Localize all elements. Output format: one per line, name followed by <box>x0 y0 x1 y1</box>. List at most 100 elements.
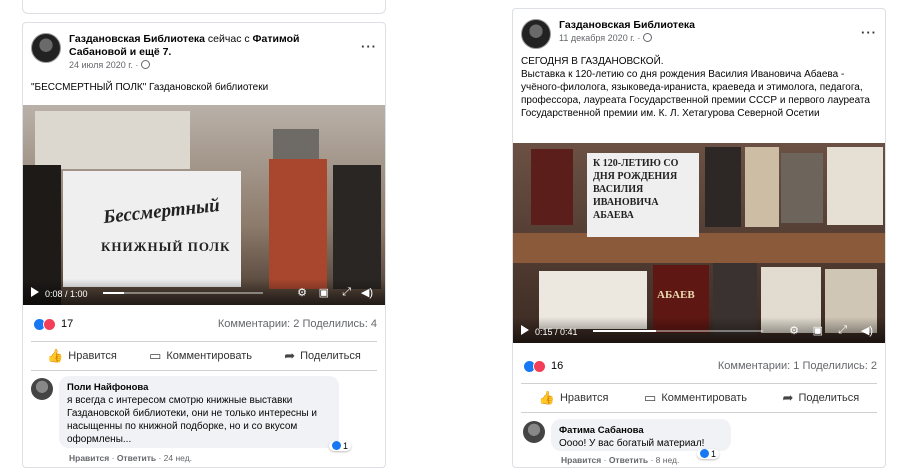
comment-meta: Нравится · Ответить · 8 нед. <box>561 455 680 465</box>
play-icon[interactable] <box>521 325 529 335</box>
share-button[interactable]: ➦ Поделиться <box>284 348 361 364</box>
post-date[interactable]: 11 декабря 2020 г. · <box>559 33 653 43</box>
commenter-avatar[interactable] <box>523 421 545 443</box>
comment-button[interactable]: ▭ Комментировать <box>644 390 747 406</box>
commenter-avatar[interactable] <box>31 378 53 400</box>
comment-age[interactable]: 24 нед. <box>164 453 192 463</box>
divider <box>521 412 877 413</box>
post-text: "БЕССМЕРТНЫЙ ПОЛК" Газдановской библиоте… <box>31 82 269 93</box>
page-avatar[interactable] <box>31 33 61 63</box>
comment-like-count: 1 <box>343 441 349 451</box>
like-button[interactable]: 👍 Нравится <box>539 390 609 406</box>
video-banner: Бессмертный КНИЖНЫЙ ПОЛК <box>63 171 241 287</box>
comment-reaction-badge[interactable]: 1 <box>329 441 352 451</box>
like-label: Нравится <box>68 350 117 362</box>
comment-label: Комментировать <box>661 392 747 404</box>
post-abaev-exhibition: Газдановская Библиотека 11 декабря 2020 … <box>512 8 886 468</box>
comment-text: я всегда с интересом смотрю книжные выст… <box>67 395 317 445</box>
like-label: Нравится <box>559 392 609 404</box>
page-name-link[interactable]: Газдановская Библиотека <box>559 19 695 31</box>
comment-like-count: 1 <box>711 449 717 459</box>
comment-button[interactable]: ▭ Комментировать <box>149 348 252 364</box>
share-icon: ➦ <box>782 390 794 405</box>
video-progress-track[interactable] <box>103 292 263 294</box>
comment-like-link[interactable]: Нравится <box>561 455 601 465</box>
reaction-count[interactable]: 16 <box>551 360 563 372</box>
more-options-icon[interactable]: ··· <box>861 25 877 40</box>
tagged-others-link[interactable]: и ещё 7. <box>127 46 172 58</box>
miniplayer-icon[interactable]: ▣ <box>319 286 329 299</box>
love-reaction-icon[interactable] <box>43 318 56 331</box>
globe-icon <box>643 33 653 42</box>
love-reaction-icon[interactable] <box>533 360 546 373</box>
shelf <box>513 233 885 263</box>
page-name-link[interactable]: Газдановская Библиотека <box>69 33 205 45</box>
post-date-text: 24 июля 2020 г. · <box>69 60 139 70</box>
post-header-text: Газдановская Библиотека сейчас с Фатимой… <box>69 33 351 59</box>
play-icon[interactable] <box>31 287 39 297</box>
settings-icon[interactable]: ⚙ <box>789 324 799 337</box>
divider <box>31 341 377 342</box>
post-actions: 👍 Нравится ▭ Комментировать ➦ Поделиться <box>521 386 877 410</box>
post-text: СЕГОДНЯ В ГАЗДАНОВСКОЙ. Выставка к 120-л… <box>521 55 877 120</box>
comment-icon: ▭ <box>149 348 162 363</box>
comment-bubble: Поли Найфонова я всегда с интересом смот… <box>59 376 339 448</box>
book-red-top <box>531 149 573 225</box>
post-stats: 16 Комментарии: 1 Поделились: 2 <box>523 359 877 375</box>
screenshot-stage: Газдановская Библиотека сейчас с Фатимой… <box>0 0 900 469</box>
banner-script-title: Бессмертный <box>102 194 221 229</box>
divider <box>31 370 377 371</box>
reaction-count[interactable]: 17 <box>61 318 73 330</box>
book-abaev-title: АБАЕВ <box>657 289 695 301</box>
comments-shares-count[interactable]: Комментарии: 2 Поделились: 4 <box>218 318 377 330</box>
comment-reply-link[interactable]: Ответить <box>609 455 648 465</box>
comment-icon: ▭ <box>644 390 657 405</box>
page-avatar[interactable] <box>521 19 551 49</box>
globe-icon <box>141 60 151 69</box>
fullscreen-icon[interactable]: ⤢ <box>838 324 847 337</box>
header-with-text: сейчас с <box>205 33 253 45</box>
miniplayer-icon[interactable]: ▣ <box>813 324 823 337</box>
comment-author[interactable]: Фатима Сабанова <box>559 424 723 437</box>
portrait-book <box>781 153 823 223</box>
post-date-text: 11 декабря 2020 г. · <box>559 33 641 43</box>
video-time: 0:15 / 0:41 <box>535 327 578 337</box>
video-player[interactable]: К 120-ЛЕТИЮ СО ДНЯ РОЖДЕНИЯ ВАСИЛИЯ ИВАН… <box>513 143 885 343</box>
post-header: Газдановская Библиотека сейчас с Фатимой… <box>31 31 377 71</box>
post-text-headline: СЕГОДНЯ В ГАЗДАНОВСКОЙ. <box>521 56 664 67</box>
post-actions: 👍 Нравится ▭ Комментировать ➦ Поделиться <box>31 344 377 368</box>
volume-icon[interactable]: ◀) <box>361 286 373 299</box>
post-text-body: Выставка к 120-летию со дня рождения Вас… <box>521 69 870 119</box>
book-dark <box>333 165 381 289</box>
volume-icon[interactable]: ◀) <box>861 324 873 337</box>
post-bessmertny-polk: Газдановская Библиотека сейчас с Фатимой… <box>22 22 386 468</box>
video-progress-fill <box>103 292 124 294</box>
thumbs-up-icon: 👍 <box>47 348 64 363</box>
like-button[interactable]: 👍 Нравится <box>47 348 117 364</box>
post-stats: 17 Комментарии: 2 Поделились: 4 <box>33 317 377 333</box>
share-button[interactable]: ➦ Поделиться <box>783 390 860 406</box>
fullscreen-icon[interactable]: ⤢ <box>342 286 351 299</box>
comment-like-link[interactable]: Нравится <box>69 453 109 463</box>
banner-subtitle: КНИЖНЫЙ ПОЛК <box>101 239 231 254</box>
book-white-top <box>827 147 883 225</box>
settings-icon[interactable]: ⚙ <box>297 286 307 299</box>
post-date[interactable]: 24 июля 2020 г. · <box>69 60 151 70</box>
post-header: Газдановская Библиотека 11 декабря 2020 … <box>521 17 877 57</box>
book-dark-top <box>705 147 741 227</box>
thumbs-up-icon: 👍 <box>538 390 555 405</box>
video-progress-track[interactable] <box>593 330 763 332</box>
video-time: 0:08 / 1:00 <box>45 289 88 299</box>
comment-reaction-badge[interactable]: 1 <box>697 449 720 459</box>
portrait-frame <box>273 129 319 159</box>
book-red <box>269 159 327 289</box>
video-player[interactable]: Бессмертный КНИЖНЫЙ ПОЛК 0:08 / 1:00 ⚙ ▣… <box>23 105 385 305</box>
comments-shares-count[interactable]: Комментарии: 1 Поделились: 2 <box>718 360 877 372</box>
comment-text: Оооо! У вас богатый материал! <box>559 438 705 449</box>
comment-age[interactable]: 8 нед. <box>656 455 680 465</box>
comment-reply-link[interactable]: Ответить <box>117 453 156 463</box>
more-options-icon[interactable]: ··· <box>361 39 377 54</box>
book-light-top <box>745 147 779 227</box>
comment-author[interactable]: Поли Найфонова <box>67 381 331 394</box>
comment-bubble: Фатима Сабанова Оооо! У вас богатый мате… <box>551 419 731 451</box>
